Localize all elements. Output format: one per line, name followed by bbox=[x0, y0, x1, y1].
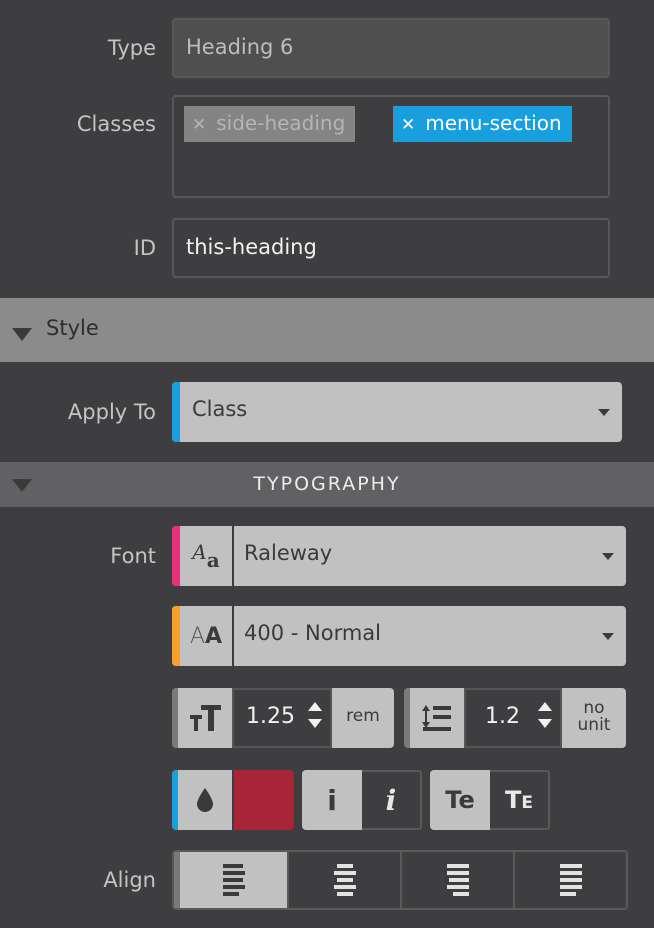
align-justify-button[interactable] bbox=[513, 852, 626, 908]
align-center-button[interactable] bbox=[287, 852, 400, 908]
align-center-icon bbox=[333, 863, 356, 898]
id-label: ID bbox=[133, 236, 156, 260]
close-icon[interactable]: ✕ bbox=[192, 115, 206, 135]
apply-to-accent bbox=[172, 382, 180, 442]
stepper-up-icon[interactable] bbox=[538, 702, 552, 711]
color-swatch[interactable] bbox=[234, 770, 294, 830]
font-family-icon: Aa bbox=[180, 526, 234, 586]
color-control bbox=[172, 770, 294, 830]
align-left-icon bbox=[222, 863, 245, 898]
small-caps-button[interactable]: TE bbox=[490, 770, 550, 830]
apply-to-select[interactable]: Class bbox=[172, 382, 622, 442]
normal-style-glyph: i bbox=[327, 783, 337, 817]
font-size-unit: rem bbox=[346, 706, 380, 726]
align-group bbox=[172, 850, 628, 910]
align-label: Align bbox=[103, 868, 156, 892]
stepper-up-icon[interactable] bbox=[308, 702, 322, 711]
chevron-down-icon bbox=[602, 633, 614, 640]
text-transform-toggle: Te TE bbox=[430, 770, 550, 830]
align-right-button[interactable] bbox=[400, 852, 513, 908]
font-size-control: 1.25 rem bbox=[172, 688, 394, 748]
font-weight-icon: AA bbox=[180, 606, 234, 666]
type-label: Type bbox=[107, 36, 156, 60]
class-tag-side-heading[interactable]: ✕ side-heading bbox=[184, 106, 356, 142]
class-tag-label: menu-section bbox=[425, 111, 562, 135]
font-style-toggle: i i bbox=[302, 770, 422, 830]
italic-style-glyph: i bbox=[385, 783, 397, 817]
align-right-icon bbox=[446, 863, 469, 898]
line-height-unit-line2: unit bbox=[577, 715, 611, 735]
stepper-down-icon[interactable] bbox=[308, 719, 322, 728]
id-value: this-heading bbox=[186, 235, 317, 259]
italic-style-button[interactable]: i bbox=[362, 770, 422, 830]
chevron-down-icon bbox=[602, 553, 614, 560]
normal-style-button[interactable]: i bbox=[302, 770, 362, 830]
line-height-control: 1.2 no unit bbox=[404, 688, 626, 748]
line-height-input[interactable]: 1.2 bbox=[464, 688, 562, 748]
class-tag-label: side-heading bbox=[216, 111, 346, 135]
classes-label: Classes bbox=[76, 112, 156, 136]
typography-section-title: TYPOGRAPHY bbox=[253, 473, 401, 495]
collapse-triangle-icon bbox=[12, 328, 32, 341]
apply-to-value: Class bbox=[192, 397, 248, 421]
font-size-icon[interactable] bbox=[178, 688, 232, 748]
align-justify-icon bbox=[559, 863, 582, 898]
line-height-icon[interactable] bbox=[410, 688, 464, 748]
font-size-value: 1.25 bbox=[246, 704, 295, 729]
line-height-value: 1.2 bbox=[485, 704, 520, 729]
style-section-title: Style bbox=[46, 316, 99, 340]
normal-case-button[interactable]: Te bbox=[430, 770, 490, 830]
stepper-down-icon[interactable] bbox=[538, 719, 552, 728]
color-drop-icon[interactable] bbox=[172, 770, 232, 830]
font-size-stepper[interactable] bbox=[308, 702, 322, 728]
align-left-button[interactable] bbox=[174, 852, 287, 908]
font-size-unit-button[interactable]: rem bbox=[332, 688, 394, 748]
apply-to-label: Apply To bbox=[67, 400, 156, 424]
weight-accent bbox=[172, 606, 180, 666]
style-section-header[interactable]: Style bbox=[0, 298, 654, 362]
close-icon[interactable]: ✕ bbox=[401, 115, 415, 135]
typography-section-header[interactable]: TYPOGRAPHY bbox=[0, 462, 654, 507]
font-weight-select[interactable]: AA 400 - Normal bbox=[172, 606, 626, 666]
line-height-unit-button[interactable]: no unit bbox=[562, 688, 626, 748]
font-family-select[interactable]: Aa Raleway bbox=[172, 526, 626, 586]
classes-field[interactable]: ✕ side-heading ✕ menu-section bbox=[172, 95, 610, 198]
id-field[interactable]: this-heading bbox=[172, 218, 610, 278]
font-family-value: Raleway bbox=[244, 541, 333, 565]
type-field[interactable]: Heading 6 bbox=[172, 18, 610, 78]
font-label: Font bbox=[110, 544, 156, 568]
normal-case-glyph: Te bbox=[445, 786, 475, 814]
line-height-stepper[interactable] bbox=[538, 702, 552, 728]
font-accent bbox=[172, 526, 180, 586]
type-value: Heading 6 bbox=[186, 35, 294, 59]
class-tag-menu-section[interactable]: ✕ menu-section bbox=[393, 106, 572, 142]
font-size-input[interactable]: 1.25 bbox=[232, 688, 332, 748]
font-weight-value: 400 - Normal bbox=[244, 621, 381, 645]
chevron-down-icon bbox=[598, 409, 610, 416]
